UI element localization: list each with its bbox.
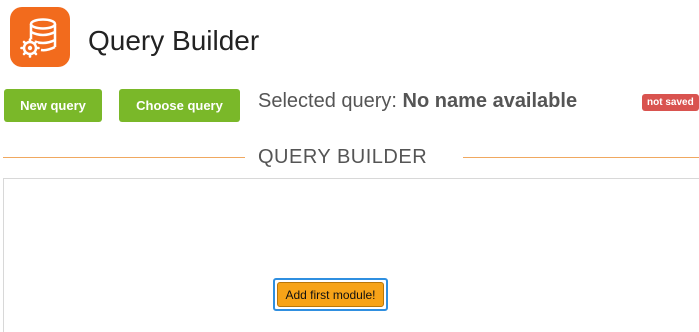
- new-query-button[interactable]: New query: [4, 89, 102, 122]
- database-gear-icon-graphic: [20, 18, 57, 58]
- selected-query-info: Selected query: No name available: [258, 89, 577, 113]
- add-first-module-label: Add first module!: [277, 282, 384, 307]
- selected-query-name: No name available: [402, 90, 578, 112]
- selected-query-prefix: Selected query:: [258, 90, 397, 112]
- section-divider-right: [463, 157, 699, 158]
- section-divider-left: [3, 157, 245, 158]
- choose-query-button[interactable]: Choose query: [119, 89, 240, 122]
- add-first-module-button[interactable]: Add first module!: [273, 278, 388, 311]
- app-header: [10, 7, 70, 67]
- database-gear-icon: [10, 7, 70, 67]
- section-title: QUERY BUILDER: [258, 146, 428, 168]
- status-badge: not saved: [642, 94, 699, 111]
- page-title: Query Builder: [88, 25, 260, 56]
